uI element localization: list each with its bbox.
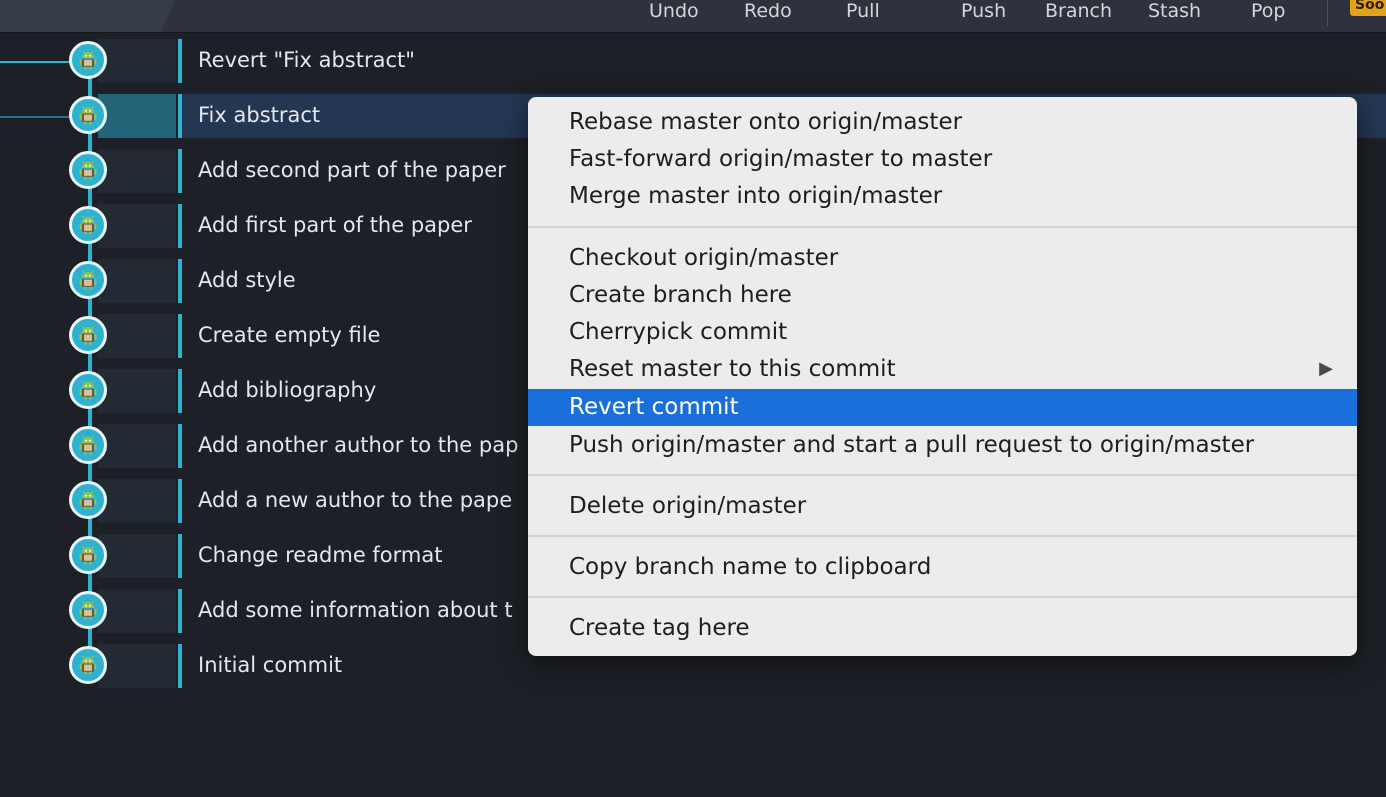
row-lane-block xyxy=(98,424,176,468)
row-lane-block xyxy=(98,644,176,688)
menu-item-label: Reset master to this commit xyxy=(569,356,896,382)
row-divider xyxy=(178,94,182,138)
commit-message: Revert "Fix abstract" xyxy=(198,48,415,72)
menu-item-push-pull-request[interactable]: Push origin/master and start a pull requ… xyxy=(528,427,1357,464)
pull-button[interactable]: Pull xyxy=(846,0,880,24)
commit-message: Add second part of the paper xyxy=(198,158,506,182)
row-divider xyxy=(178,534,182,578)
menu-separator xyxy=(528,226,1357,228)
row-lane-block xyxy=(98,534,176,578)
commit-message: Add some information about t xyxy=(198,598,513,622)
menu-item-delete[interactable]: Delete origin/master xyxy=(528,488,1357,525)
row-divider xyxy=(178,369,182,413)
commit-message: Change readme format xyxy=(198,543,443,567)
android-icon[interactable] xyxy=(69,591,107,629)
commit-message: Add another author to the pap xyxy=(198,433,519,457)
row-divider xyxy=(178,149,182,193)
repo-tab[interactable] xyxy=(0,0,175,32)
chevron-right-icon: ▶ xyxy=(1319,358,1333,379)
commit-message: Add style xyxy=(198,268,296,292)
commit-message: Add first part of the paper xyxy=(198,213,472,237)
android-icon[interactable] xyxy=(69,371,107,409)
commit-message: Add a new author to the pape xyxy=(198,488,513,512)
menu-separator xyxy=(528,474,1357,476)
toolbar: Undo Redo Pull Push Branch Stash Pop Soo xyxy=(0,0,1386,33)
menu-separator xyxy=(528,535,1357,537)
menu-item-reset[interactable]: Reset master to this commit ▶ xyxy=(528,351,1357,388)
redo-button[interactable]: Redo xyxy=(744,0,792,24)
menu-separator xyxy=(528,596,1357,598)
android-icon[interactable] xyxy=(69,536,107,574)
android-icon[interactable] xyxy=(69,316,107,354)
row-divider xyxy=(178,424,182,468)
row-divider xyxy=(178,644,182,688)
row-lane-block xyxy=(98,94,176,138)
git-client-window: Undo Redo Pull Push Branch Stash Pop Soo… xyxy=(0,0,1386,797)
pop-button[interactable]: Pop xyxy=(1251,0,1285,24)
android-icon[interactable] xyxy=(69,41,107,79)
toolbar-divider xyxy=(1327,0,1328,26)
android-icon[interactable] xyxy=(69,151,107,189)
row-lane-block xyxy=(98,259,176,303)
commit-message: Initial commit xyxy=(198,653,343,677)
push-button[interactable]: Push xyxy=(961,0,1006,24)
menu-item-copy-branch-name[interactable]: Copy branch name to clipboard xyxy=(528,549,1357,586)
row-lane-block xyxy=(98,314,176,358)
menu-item-rebase[interactable]: Rebase master onto origin/master xyxy=(528,104,1357,141)
android-icon[interactable] xyxy=(69,426,107,464)
branch-button[interactable]: Branch xyxy=(1045,0,1112,24)
row-divider xyxy=(178,204,182,248)
android-icon[interactable] xyxy=(69,96,107,134)
commit-row[interactable]: Revert "Fix abstract" xyxy=(0,39,1386,83)
menu-item-merge[interactable]: Merge master into origin/master xyxy=(528,178,1357,215)
context-menu: Rebase master onto origin/master Fast-fo… xyxy=(528,97,1357,656)
menu-item-fast-forward[interactable]: Fast-forward origin/master to master xyxy=(528,141,1357,178)
row-divider xyxy=(178,314,182,358)
row-lane-block xyxy=(98,149,176,193)
row-divider xyxy=(178,259,182,303)
android-icon[interactable] xyxy=(69,481,107,519)
menu-item-create-branch[interactable]: Create branch here xyxy=(528,277,1357,314)
commit-message: Fix abstract xyxy=(198,103,321,127)
android-icon[interactable] xyxy=(69,646,107,684)
row-lane-block xyxy=(98,39,176,83)
menu-item-cherrypick[interactable]: Cherrypick commit xyxy=(528,314,1357,351)
row-lane-block xyxy=(98,369,176,413)
row-lane-block xyxy=(98,204,176,248)
row-divider xyxy=(178,479,182,523)
toolbar-badge[interactable]: Soo xyxy=(1350,0,1386,16)
row-divider xyxy=(178,589,182,633)
undo-button[interactable]: Undo xyxy=(649,0,699,24)
menu-item-revert[interactable]: Revert commit xyxy=(528,389,1357,426)
commit-message: Create empty file xyxy=(198,323,381,347)
menu-item-create-tag[interactable]: Create tag here xyxy=(528,610,1357,647)
row-lane-block xyxy=(98,479,176,523)
row-divider xyxy=(178,39,182,83)
android-icon[interactable] xyxy=(69,206,107,244)
stash-button[interactable]: Stash xyxy=(1148,0,1201,24)
row-lane-block xyxy=(98,589,176,633)
android-icon[interactable] xyxy=(69,261,107,299)
menu-item-checkout[interactable]: Checkout origin/master xyxy=(528,240,1357,277)
commit-message: Add bibliography xyxy=(198,378,377,402)
